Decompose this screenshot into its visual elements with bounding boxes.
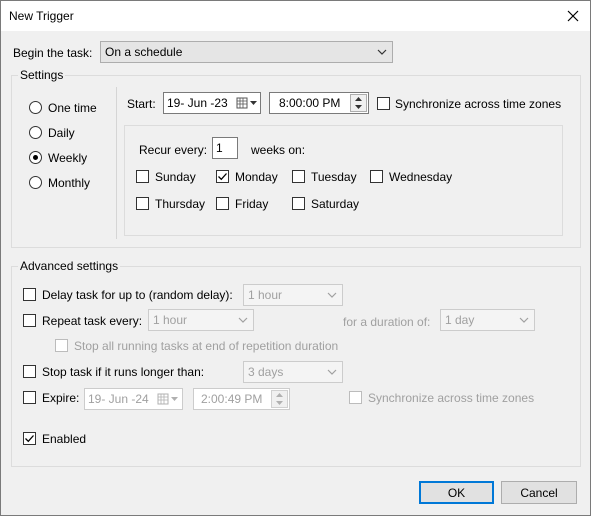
start-time-spinner[interactable] bbox=[350, 94, 367, 112]
close-icon bbox=[567, 10, 579, 22]
repeat-task-checkbox[interactable] bbox=[23, 314, 36, 327]
duration-dropdown[interactable]: 1 day bbox=[440, 309, 535, 331]
window-title: New Trigger bbox=[9, 9, 74, 23]
radio-weekly-label: Weekly bbox=[48, 151, 88, 165]
expire-time-spinner[interactable] bbox=[271, 390, 288, 408]
calendar-icon bbox=[236, 97, 257, 109]
day-wednesday-label: Wednesday bbox=[389, 170, 453, 184]
start-date-value: 19- Jun -23 bbox=[167, 96, 228, 110]
start-time-value: 8:00:00 PM bbox=[279, 96, 341, 110]
day-friday-checkbox[interactable] bbox=[216, 197, 229, 210]
expire-sync-timezones-label: Synchronize across time zones bbox=[368, 391, 535, 405]
expire-time-field[interactable]: 2:00:49 PM bbox=[193, 388, 290, 410]
calendar-icon bbox=[157, 393, 178, 405]
spin-down-icon bbox=[276, 401, 283, 405]
settings-group-title: Settings bbox=[18, 68, 66, 82]
stop-if-longer-value: 3 days bbox=[248, 365, 284, 379]
expire-checkbox[interactable] bbox=[23, 391, 36, 404]
day-monday-checkbox[interactable] bbox=[216, 170, 229, 183]
radio-monthly[interactable] bbox=[29, 176, 42, 189]
chevron-down-icon bbox=[238, 317, 248, 323]
delay-task-label: Delay task for up to (random delay): bbox=[42, 288, 233, 302]
repeat-interval-dropdown[interactable]: 1 hour bbox=[148, 309, 254, 331]
day-tuesday-label: Tuesday bbox=[311, 170, 357, 184]
expire-label: Expire: bbox=[42, 391, 80, 405]
day-thursday-checkbox[interactable] bbox=[136, 197, 149, 210]
enabled-label: Enabled bbox=[42, 432, 87, 446]
day-thursday-label: Thursday bbox=[155, 197, 206, 211]
day-saturday-label: Saturday bbox=[311, 197, 360, 211]
day-saturday-checkbox[interactable] bbox=[292, 197, 305, 210]
weeks-on-label: weeks on: bbox=[251, 143, 306, 157]
day-sunday-checkbox[interactable] bbox=[136, 170, 149, 183]
chevron-down-icon bbox=[327, 369, 337, 375]
ok-button[interactable]: OK bbox=[419, 481, 494, 504]
expire-date-picker[interactable]: 19- Jun -24 bbox=[84, 388, 183, 410]
cancel-button[interactable]: Cancel bbox=[501, 481, 577, 504]
day-tuesday-checkbox[interactable] bbox=[292, 170, 305, 183]
repeat-task-label: Repeat task every: bbox=[42, 314, 143, 328]
day-wednesday-checkbox[interactable] bbox=[370, 170, 383, 183]
close-button[interactable] bbox=[556, 1, 590, 31]
expire-sync-timezones-checkbox[interactable] bbox=[349, 391, 362, 404]
recur-every-label: Recur every: bbox=[139, 143, 208, 157]
title-bar: New Trigger bbox=[1, 1, 590, 31]
stop-running-tasks-label: Stop all running tasks at end of repetit… bbox=[74, 339, 339, 353]
radio-daily[interactable] bbox=[29, 126, 42, 139]
radio-one-time[interactable] bbox=[29, 101, 42, 114]
spin-down-icon bbox=[355, 105, 362, 109]
radio-monthly-label: Monthly bbox=[48, 176, 91, 190]
start-time-field[interactable]: 8:00:00 PM bbox=[269, 92, 369, 114]
expire-date-value: 19- Jun -24 bbox=[88, 392, 149, 406]
day-monday-label: Monday bbox=[235, 170, 278, 184]
day-friday-label: Friday bbox=[235, 197, 269, 211]
repeat-interval-value: 1 hour bbox=[153, 313, 188, 327]
delay-dropdown[interactable]: 1 hour bbox=[243, 284, 343, 306]
checkmark-icon bbox=[218, 173, 227, 181]
radio-daily-label: Daily bbox=[48, 126, 75, 140]
delay-value: 1 hour bbox=[248, 288, 283, 302]
recur-weeks-value: 1 bbox=[216, 141, 223, 155]
enabled-checkbox[interactable] bbox=[23, 432, 36, 445]
spin-up-icon bbox=[276, 393, 283, 397]
duration-value: 1 day bbox=[445, 313, 475, 327]
settings-separator bbox=[116, 87, 117, 239]
spin-up-icon bbox=[355, 97, 362, 101]
day-sunday-label: Sunday bbox=[155, 170, 196, 184]
chevron-down-icon bbox=[327, 292, 337, 298]
sync-timezones-checkbox[interactable] bbox=[377, 97, 390, 110]
chevron-down-icon bbox=[519, 317, 529, 323]
stop-if-longer-checkbox[interactable] bbox=[23, 365, 36, 378]
duration-label: for a duration of: bbox=[343, 315, 431, 329]
radio-one-time-label: One time bbox=[48, 101, 97, 115]
start-date-picker[interactable]: 19- Jun -23 bbox=[163, 92, 261, 114]
begin-task-label: Begin the task: bbox=[13, 46, 93, 60]
advanced-settings-title: Advanced settings bbox=[18, 259, 121, 273]
radio-weekly[interactable] bbox=[29, 151, 42, 164]
begin-task-value: On a schedule bbox=[105, 45, 183, 59]
stop-if-longer-label: Stop task if it runs longer than: bbox=[42, 365, 205, 379]
checkmark-icon bbox=[25, 435, 34, 443]
begin-task-dropdown[interactable]: On a schedule bbox=[100, 41, 393, 63]
stop-running-tasks-checkbox[interactable] bbox=[55, 339, 68, 352]
stop-if-longer-dropdown[interactable]: 3 days bbox=[243, 361, 343, 383]
sync-timezones-label: Synchronize across time zones bbox=[395, 97, 562, 111]
start-label: Start: bbox=[127, 97, 156, 111]
delay-task-checkbox[interactable] bbox=[23, 288, 36, 301]
radio-selected-dot bbox=[33, 155, 38, 160]
chevron-down-icon bbox=[377, 49, 387, 55]
recur-weeks-input[interactable]: 1 bbox=[212, 137, 238, 159]
new-trigger-dialog: New Trigger Begin the task: On a schedul… bbox=[0, 0, 591, 516]
expire-time-value: 2:00:49 PM bbox=[201, 392, 263, 406]
